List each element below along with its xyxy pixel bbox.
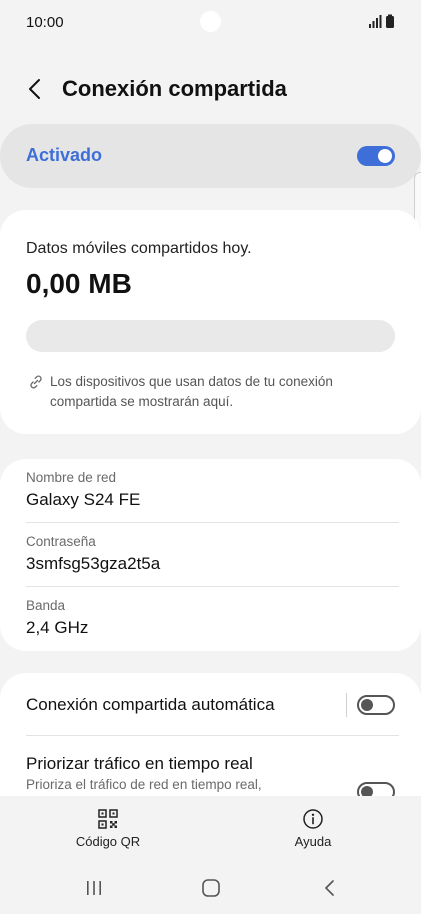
help-label: Ayuda: [294, 834, 332, 849]
network-name-label: Nombre de red: [26, 470, 117, 485]
priority-traffic-subtitle: Prioriza el tráfico de red en tiempo rea…: [26, 777, 262, 792]
network-name-value: Galaxy S24 FE: [26, 490, 141, 509]
priority-traffic-row[interactable]: Priorizar tráfico en tiempo real Prioriz…: [0, 736, 421, 796]
vertical-separator: [346, 693, 347, 717]
toggle-knob: [378, 149, 392, 163]
auto-hotspot-row[interactable]: Conexión compartida automática: [0, 673, 421, 735]
chevron-left-icon: [29, 79, 40, 99]
back-button[interactable]: [20, 74, 50, 104]
app-header: Conexión compartida: [0, 66, 421, 114]
band-field[interactable]: Banda 2,4 GHz: [26, 598, 400, 638]
usage-progress-bar: [26, 320, 395, 352]
master-switch-label: Activado: [26, 145, 103, 165]
band-label: Banda: [26, 598, 66, 613]
options-card: Conexión compartida automática Priorizar…: [0, 673, 421, 796]
priority-traffic-label: Priorizar tráfico en tiempo real: [26, 754, 253, 773]
qr-code-label: Código QR: [75, 834, 141, 849]
home-icon[interactable]: [199, 876, 223, 900]
help-button[interactable]: Ayuda: [253, 796, 373, 856]
status-time: 10:00: [26, 14, 64, 31]
recents-icon[interactable]: [82, 876, 106, 900]
usage-card: Datos móviles compartidos hoy. 0,00 MB L…: [0, 210, 421, 434]
back-icon[interactable]: [318, 876, 342, 900]
qr-code-icon: [98, 809, 118, 829]
status-bar: 10:00: [0, 0, 421, 44]
master-toggle[interactable]: [357, 146, 395, 166]
system-nav-bar: [0, 858, 421, 914]
usage-value: 0,00 MB: [26, 268, 132, 299]
page-title: Conexión compartida: [62, 76, 287, 101]
network-name-field[interactable]: Nombre de red Galaxy S24 FE: [26, 470, 400, 510]
auto-hotspot-label: Conexión compartida automática: [26, 695, 275, 714]
usage-label: Datos móviles compartidos hoy.: [26, 240, 252, 257]
toggle-knob: [361, 786, 373, 796]
divider: [26, 586, 399, 587]
devices-info-text: Los dispositivos que usan datos de tu co…: [50, 374, 333, 409]
info-icon: [303, 809, 323, 829]
master-switch-row[interactable]: Activado: [0, 124, 421, 188]
priority-traffic-toggle[interactable]: [357, 782, 395, 796]
link-icon: [30, 375, 42, 389]
password-value: 3smfsg53gza2t5a: [26, 554, 161, 573]
network-details-card: Nombre de red Galaxy S24 FE Contraseña 3…: [0, 459, 421, 651]
band-value: 2,4 GHz: [26, 618, 89, 637]
qr-code-button[interactable]: Código QR: [48, 796, 168, 856]
bottom-action-bar: Código QR Ayuda: [0, 796, 421, 858]
password-label: Contraseña: [26, 534, 96, 549]
divider: [26, 522, 399, 523]
auto-hotspot-toggle[interactable]: [357, 695, 395, 715]
camera-cutout: [200, 11, 221, 32]
signal-battery-icon: [369, 14, 394, 28]
password-field[interactable]: Contraseña 3smfsg53gza2t5a: [26, 534, 400, 574]
toggle-knob: [361, 699, 373, 711]
